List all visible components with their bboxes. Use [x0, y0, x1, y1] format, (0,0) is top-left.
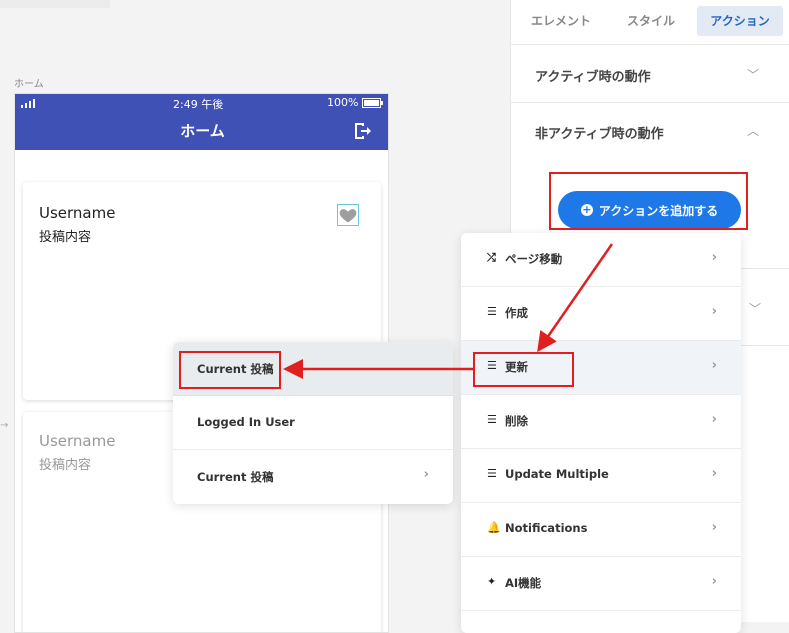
battery-icon: [362, 98, 384, 111]
card-content: 投稿内容: [39, 230, 92, 245]
card-content: 投稿内容: [39, 458, 92, 473]
divider: [511, 44, 789, 45]
connector-arrow: →: [0, 420, 9, 431]
database-icon: ☰: [487, 305, 497, 318]
menu-item-label: 削除: [505, 414, 528, 428]
menu-item-page-navigation[interactable]: ⤮ ページ移動 ›: [461, 233, 741, 287]
section-inactive-behavior[interactable]: 非アクティブ時の動作: [535, 123, 664, 142]
magic-wand-icon: ✦: [487, 575, 497, 588]
highlight-box: [179, 351, 281, 389]
chevron-down-icon[interactable]: ﹀: [749, 300, 761, 317]
menu-item-ai[interactable]: ✦ AI機能 ›: [461, 557, 741, 611]
highlight-box: [473, 352, 574, 387]
chevron-right-icon: ›: [423, 467, 429, 482]
menu-item-label: Notifications: [505, 521, 588, 535]
menu-item-label: AI機能: [505, 576, 542, 590]
divider: [511, 102, 789, 103]
database-icon: ☰: [487, 467, 497, 480]
chevron-right-icon: ›: [711, 466, 717, 481]
shuffle-icon: ⤮: [487, 251, 496, 264]
bell-icon: 🔔: [487, 521, 501, 534]
submenu-item-label: Logged In User: [197, 415, 295, 429]
menu-item-update-multiple[interactable]: ☰ Update Multiple ›: [461, 449, 741, 503]
tab-element[interactable]: エレメント: [521, 6, 601, 36]
chevron-up-icon[interactable]: ︿: [747, 122, 759, 139]
status-bar: 2:49 午後 100%: [15, 94, 388, 112]
status-time: 2:49 午後: [173, 98, 224, 111]
submenu-item-label: Current 投稿: [197, 470, 274, 484]
card-username: Username: [39, 204, 116, 222]
menu-item-notifications[interactable]: 🔔 Notifications ›: [461, 503, 741, 557]
divider: [741, 345, 789, 346]
database-icon: ☰: [487, 413, 497, 426]
menu-item-create[interactable]: ☰ 作成 ›: [461, 287, 741, 341]
page-label: ホーム: [14, 79, 44, 90]
chevron-right-icon: ›: [711, 358, 717, 373]
signal-icon: [21, 98, 35, 111]
card-username: Username: [39, 432, 116, 450]
chevron-right-icon: ›: [711, 304, 717, 319]
app-bar: ホーム: [15, 112, 388, 150]
menu-item-label: ページ移動: [505, 252, 563, 266]
chevron-right-icon: ›: [711, 574, 717, 589]
app-bar-title: ホーム: [180, 122, 225, 140]
chevron-right-icon: ›: [711, 250, 717, 265]
heart-icon: [339, 209, 357, 223]
battery-percent: 100%: [327, 96, 359, 109]
canvas-edge: [0, 0, 110, 8]
menu-item-label: 作成: [505, 306, 528, 320]
chevron-right-icon: ›: [711, 412, 717, 427]
submenu-item-current-post-nested[interactable]: Current 投稿 ›: [173, 450, 453, 504]
tab-style[interactable]: スタイル: [611, 6, 691, 36]
menu-item-delete[interactable]: ☰ 削除 ›: [461, 395, 741, 449]
chevron-right-icon: ›: [711, 520, 717, 535]
action-type-menu: ⤮ ページ移動 › ☰ 作成 › ☰ 更新 › ☰ 削除 › ☰ Update …: [461, 233, 741, 633]
submenu-item-logged-in-user[interactable]: Logged In User: [173, 396, 453, 450]
highlight-box: [549, 172, 748, 230]
section-active-behavior[interactable]: アクティブ時の動作: [535, 66, 651, 85]
logout-icon[interactable]: [352, 121, 372, 145]
divider: [741, 268, 789, 269]
tab-action[interactable]: アクション: [697, 6, 783, 36]
menu-item-label: Update Multiple: [505, 467, 609, 481]
chevron-down-icon[interactable]: ﹀: [747, 66, 759, 83]
like-button[interactable]: [337, 204, 359, 226]
